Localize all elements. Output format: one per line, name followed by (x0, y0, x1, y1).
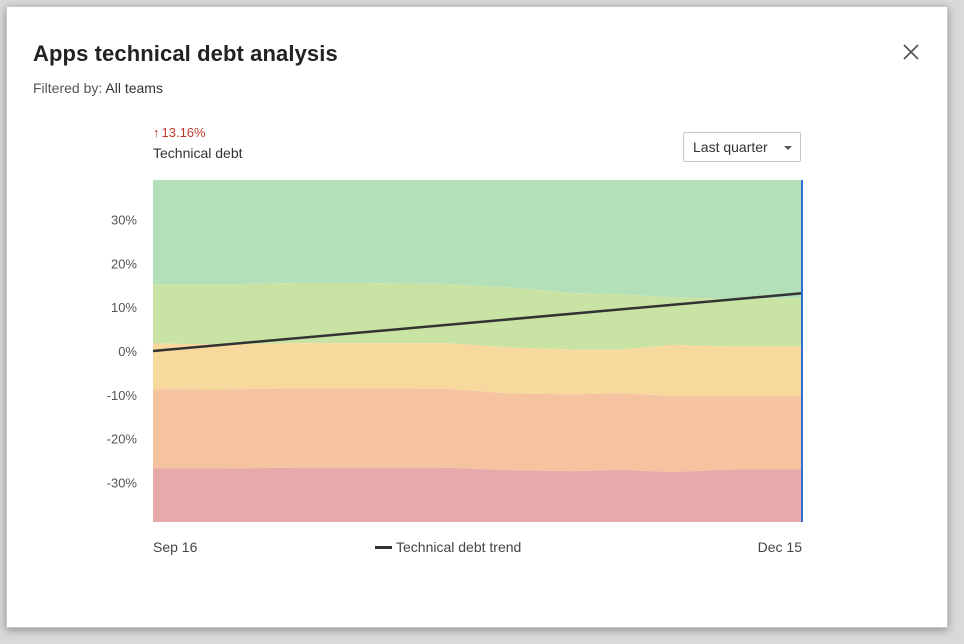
area-band-1 (153, 180, 802, 299)
area-band-4 (153, 388, 802, 473)
x-tick-label-end: Dec 15 (758, 539, 803, 555)
y-tick-label: -10% (107, 388, 138, 403)
y-tick-label: 30% (111, 212, 137, 227)
dialog: Apps technical debt analysis Filtered by… (6, 6, 948, 628)
debt-chart: 30% 20% 10% 0% -10% -20% -30% Sep 16 Dec 15 (107, 180, 803, 555)
y-tick-label: 0% (118, 344, 137, 359)
legend-trend-label: Technical debt trend (396, 539, 522, 555)
y-tick-label: -20% (107, 432, 138, 447)
stacked-areas (153, 180, 802, 522)
y-tick-label: 20% (111, 256, 137, 271)
y-tick-label: -30% (107, 476, 138, 491)
trend-line-swatch (375, 545, 392, 549)
area-band-3 (153, 343, 802, 397)
chart-legend: Technical debt trend (375, 539, 521, 555)
area-band-5 (153, 467, 802, 522)
y-tick-label: 10% (111, 300, 137, 315)
x-tick-label-start: Sep 16 (153, 539, 198, 555)
